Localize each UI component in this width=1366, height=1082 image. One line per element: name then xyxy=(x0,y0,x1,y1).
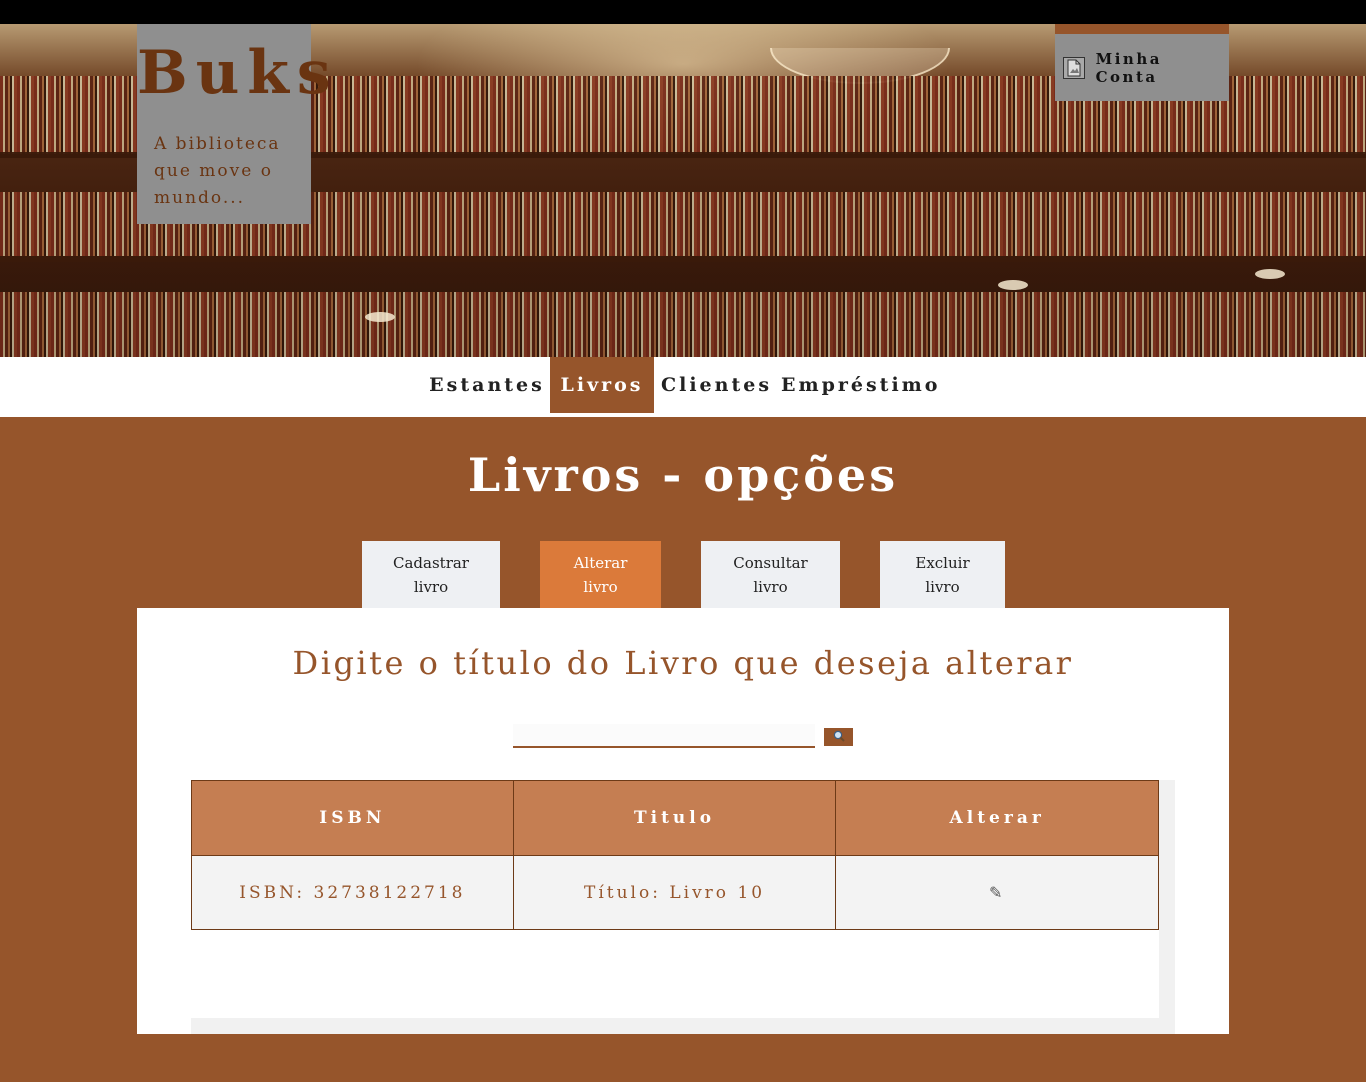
search-button[interactable] xyxy=(824,728,853,746)
table-row: ISBN: 32738122718 Título: Livro 10 ✎ xyxy=(191,855,1159,930)
tab-label-line2: livro xyxy=(583,578,618,596)
bookshelf-decoration xyxy=(0,292,1366,357)
document-image-icon xyxy=(1063,56,1085,79)
my-account-button[interactable]: Minha Conta xyxy=(1055,24,1229,101)
column-header-titulo: Titulo xyxy=(512,780,837,856)
brand-logo[interactable]: Buks xyxy=(137,38,331,108)
nav-item-clientes[interactable]: Clientes xyxy=(661,357,769,413)
books-table: ISBN Titulo Alterar ISBN: 32738122718 Tí… xyxy=(191,780,1159,930)
brand-box: Buks A biblioteca que move o mundo... xyxy=(137,24,331,224)
pencil-icon[interactable]: ✎ xyxy=(989,883,1005,902)
shelf-rail-decoration xyxy=(0,256,1366,262)
nav-item-estantes[interactable]: Estantes xyxy=(429,357,545,413)
main-nav: Estantes Livros Clientes Empréstimo xyxy=(0,357,1366,417)
lamp-decoration xyxy=(365,312,395,322)
search-heading: Digite o título do Livro que deseja alte… xyxy=(292,644,1074,682)
page-title: Livros - opções xyxy=(467,448,899,502)
tab-label-line1: Excluir xyxy=(915,554,970,572)
tab-alterar-livro[interactable]: Alterar livro xyxy=(540,541,661,608)
tab-label-line1: Consultar xyxy=(733,554,808,572)
search-input[interactable] xyxy=(513,724,815,748)
column-header-isbn: ISBN xyxy=(191,780,514,856)
cell-isbn: ISBN: 32738122718 xyxy=(191,855,514,930)
content-panel: Digite o título do Livro que deseja alte… xyxy=(137,608,1229,1034)
tab-excluir-livro[interactable]: Excluir livro xyxy=(880,541,1005,608)
magnifier-icon xyxy=(833,730,845,745)
tab-label-line1: Cadastrar xyxy=(393,554,469,572)
tab-label-line2: livro xyxy=(413,578,449,596)
column-header-alterar: Alterar xyxy=(835,780,1159,856)
table-header-row: ISBN Titulo Alterar xyxy=(191,780,1159,856)
my-account-label: Minha Conta xyxy=(1095,49,1162,86)
nav-item-livros[interactable]: Livros xyxy=(550,357,654,413)
tab-label-line2: livro xyxy=(753,578,788,596)
tab-label-line2: livro xyxy=(925,578,960,596)
top-black-bar xyxy=(0,0,1366,24)
tab-label-line1: Alterar xyxy=(573,554,628,572)
table-container: ISBN Titulo Alterar ISBN: 32738122718 Tí… xyxy=(191,780,1159,1018)
brand-tagline: A biblioteca que move o mundo... xyxy=(154,134,281,208)
table-scroll-area[interactable]: ISBN Titulo Alterar ISBN: 32738122718 Tí… xyxy=(191,780,1175,1034)
cell-alterar: ✎ xyxy=(835,855,1159,930)
lamp-decoration xyxy=(1255,269,1285,279)
cell-titulo: Título: Livro 10 xyxy=(512,855,837,930)
tab-cadastrar-livro[interactable]: Cadastrar livro xyxy=(362,541,500,608)
nav-item-emprestimo[interactable]: Empréstimo xyxy=(781,357,937,413)
lamp-decoration xyxy=(998,280,1028,290)
tab-consultar-livro[interactable]: Consultar livro xyxy=(701,541,840,608)
